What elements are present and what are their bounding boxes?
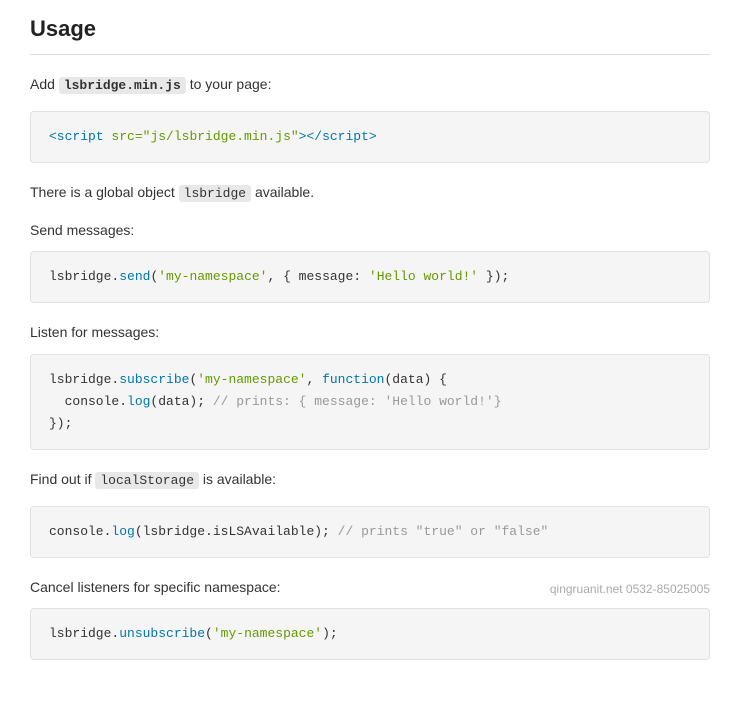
subscribe-line-2: console.log(data); // prints: { message:… [49, 391, 691, 413]
find-out-label: Find out if localStorage is available: [30, 468, 710, 492]
unsub-plain3: ); [322, 626, 338, 641]
code-tag-close: ></script> [299, 129, 377, 144]
cancel-listeners-label: Cancel listeners for specific namespace:… [30, 576, 710, 598]
page-container: Usage Add lsbridge.min.js to your page: … [0, 0, 740, 708]
send-messages-label: Send messages: [30, 219, 710, 241]
global-object-text-after: available. [251, 184, 314, 200]
find-out-highlight: localStorage [95, 472, 199, 489]
isls-code-block: console.log(lsbridge.isLSAvailable); // … [30, 506, 710, 558]
find-out-text-after: is available: [199, 471, 276, 487]
global-object-highlight: lsbridge [179, 185, 251, 202]
add-script-code-block: <script src="js/lsbridge.min.js"></scrip… [30, 111, 710, 163]
code-tag-open: <script [49, 129, 111, 144]
page-title: Usage [30, 16, 710, 55]
subscribe-line-3: }); [49, 413, 691, 435]
unsub-string: 'my-namespace' [213, 626, 322, 641]
add-script-highlight: lsbridge.min.js [59, 77, 186, 94]
send-code-method: send [119, 269, 150, 284]
watermark: qingruanit.net 0532-85025005 [550, 580, 710, 599]
unsub-method: unsubscribe [119, 626, 205, 641]
subscribe-line-1: lsbridge.subscribe('my-namespace', funct… [49, 369, 691, 391]
send-code-string1: 'my-namespace' [158, 269, 267, 284]
unsubscribe-code-block: lsbridge.unsubscribe('my-namespace'); [30, 608, 710, 660]
unsub-plain1: lsbridge. [49, 626, 119, 641]
listen-messages-label: Listen for messages: [30, 321, 710, 343]
global-object-text-before: There is a global object [30, 184, 179, 200]
code-attr-val: "js/lsbridge.min.js" [143, 129, 299, 144]
global-object-label: There is a global object lsbridge availa… [30, 181, 710, 205]
isls-plain1: console. [49, 524, 111, 539]
send-code-block: lsbridge.send('my-namespace', { message:… [30, 251, 710, 303]
add-script-text-before: Add [30, 76, 59, 92]
isls-plain2: (lsbridge.isLSAvailable); [135, 524, 338, 539]
code-attr: src= [111, 129, 142, 144]
isls-method: log [111, 524, 134, 539]
subscribe-code-block: lsbridge.subscribe('my-namespace', funct… [30, 354, 710, 450]
find-out-text-before: Find out if [30, 471, 95, 487]
add-script-text-after: to your page: [186, 76, 272, 92]
add-script-label: Add lsbridge.min.js to your page: [30, 73, 710, 97]
send-code-string2: 'Hello world!' [369, 269, 478, 284]
isls-comment: // prints "true" or "false" [338, 524, 549, 539]
send-code-plain4: }); [478, 269, 509, 284]
send-code-plain3: , { message: [267, 269, 368, 284]
unsub-plain2: ( [205, 626, 213, 641]
send-code-plain1: lsbridge. [49, 269, 119, 284]
